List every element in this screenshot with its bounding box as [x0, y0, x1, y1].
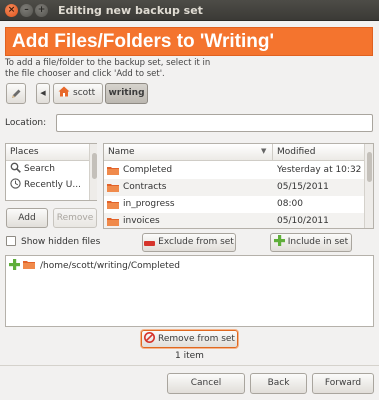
instructions-text: To add a file/folder to the backup set, …: [5, 58, 305, 80]
folder-icon: [107, 184, 119, 192]
backup-set-list: /home/scott/writing/Completed: [5, 255, 374, 327]
backup-window: × – + Editing new backup set Add Files/F…: [0, 0, 379, 400]
file-name: Completed: [123, 165, 173, 175]
place-item-label: Recently U...: [24, 180, 81, 190]
exclude-label: Exclude from set: [158, 237, 234, 247]
path-crumb-writing[interactable]: writing: [105, 83, 148, 104]
page-title: Add Files/Folders to 'Writing': [12, 31, 275, 52]
column-divider[interactable]: [272, 144, 273, 161]
location-label: Location:: [5, 118, 47, 128]
maximize-window-icon[interactable]: +: [35, 4, 48, 17]
backup-set-item[interactable]: /home/scott/writing/Completed: [9, 259, 180, 273]
edit-location-button[interactable]: [6, 83, 26, 104]
home-icon: [58, 86, 70, 97]
file-list: Name ▼ Modified Completed Yesterday at 1…: [103, 143, 374, 229]
footer-divider: [0, 365, 379, 366]
remove-from-set-button[interactable]: Remove from set: [141, 330, 238, 348]
file-list-header: Name ▼ Modified: [104, 144, 364, 161]
show-hidden-label: Show hidden files: [21, 237, 101, 247]
search-icon: [10, 162, 21, 173]
scrollbar-thumb[interactable]: [367, 152, 372, 182]
file-row[interactable]: Completed Yesterday at 10:32: [104, 162, 364, 179]
column-modified[interactable]: Modified: [277, 147, 315, 157]
back-button[interactable]: Back: [250, 373, 307, 394]
place-item-recent[interactable]: Recently U...: [6, 177, 96, 193]
place-item-search[interactable]: Search: [6, 161, 96, 177]
places-pane: Places Search Recently U...: [5, 143, 97, 201]
path-scroll-left-button[interactable]: ◀: [36, 83, 50, 104]
file-row[interactable]: invoices 05/10/2011: [104, 213, 364, 228]
no-entry-icon: [144, 332, 156, 343]
pencil-icon: [12, 89, 21, 98]
exclude-from-set-button[interactable]: Exclude from set: [142, 233, 236, 252]
file-row[interactable]: in_progress 08:00: [104, 196, 364, 213]
folder-icon: [107, 167, 119, 175]
include-label: Include in set: [287, 237, 349, 247]
file-modified: 05/10/2011: [277, 216, 329, 226]
instructions-line-2: the file chooser and click 'Add to set'.: [5, 69, 165, 79]
remove-from-set-label: Remove from set: [158, 334, 235, 344]
file-list-scrollbar[interactable]: [364, 144, 373, 228]
recent-icon: [10, 178, 21, 189]
window-title: Editing new backup set: [58, 4, 203, 17]
location-input[interactable]: [56, 114, 373, 132]
file-modified: 08:00: [277, 199, 303, 209]
plus-icon: [273, 235, 285, 246]
column-name[interactable]: Name: [108, 147, 135, 157]
item-count: 1 item: [175, 351, 204, 361]
cancel-button[interactable]: Cancel: [167, 373, 245, 394]
checkbox-box[interactable]: [6, 236, 16, 246]
path-crumb-scott-label: scott: [73, 88, 96, 98]
minimize-window-icon[interactable]: –: [20, 4, 33, 17]
file-modified: Yesterday at 10:32: [277, 165, 362, 175]
scrollbar-thumb[interactable]: [92, 153, 97, 179]
remove-place-button[interactable]: Remove: [53, 208, 97, 228]
path-crumb-scott[interactable]: scott: [53, 83, 103, 104]
plus-icon: [9, 259, 20, 270]
close-window-icon[interactable]: ×: [5, 4, 18, 17]
forward-button[interactable]: Forward: [312, 373, 374, 394]
backup-set-item-path: /home/scott/writing/Completed: [40, 261, 180, 271]
file-name: in_progress: [123, 199, 175, 209]
place-item-label: Search: [24, 164, 55, 174]
show-hidden-files-checkbox[interactable]: Show hidden files: [6, 236, 100, 247]
file-row[interactable]: Contracts 05/15/2011: [104, 179, 364, 196]
add-place-button[interactable]: Add: [6, 208, 48, 228]
page-header: Add Files/Folders to 'Writing': [5, 27, 373, 56]
folder-icon: [107, 201, 119, 209]
places-header[interactable]: Places: [6, 144, 96, 161]
file-name: Contracts: [123, 182, 167, 192]
file-name: invoices: [123, 216, 160, 226]
instructions-line-1: To add a file/folder to the backup set, …: [5, 58, 211, 68]
include-in-set-button[interactable]: Include in set: [270, 233, 352, 252]
sort-down-icon: ▼: [261, 147, 267, 155]
title-bar: × – + Editing new backup set: [0, 0, 379, 21]
folder-icon: [23, 261, 35, 269]
folder-icon: [107, 218, 119, 226]
minus-icon: [144, 241, 156, 246]
file-modified: 05/15/2011: [277, 182, 329, 192]
places-scrollbar[interactable]: [89, 144, 97, 200]
